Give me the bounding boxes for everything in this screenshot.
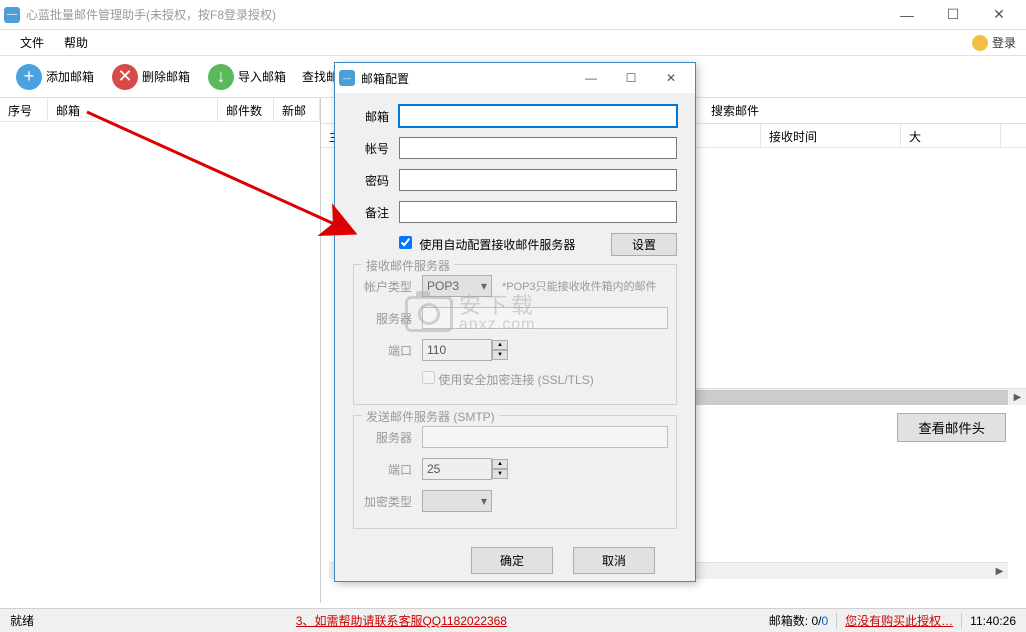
send-port-input xyxy=(422,458,492,480)
auto-config-checkbox-label[interactable]: 使用自动配置接收邮件服务器 xyxy=(399,236,575,253)
recv-server-fieldset: 接收邮件服务器 帐户类型 POP3 *POP3只能接收收件箱内的邮件 服务器 端… xyxy=(353,264,677,405)
window-controls: — ☐ ✕ xyxy=(884,0,1022,30)
mailbox-label: 邮箱 xyxy=(353,108,399,125)
recv-port-input xyxy=(422,339,492,361)
minimize-button[interactable]: — xyxy=(884,0,930,30)
divider xyxy=(836,613,837,629)
auto-config-checkbox[interactable] xyxy=(399,236,412,249)
send-port-label: 端口 xyxy=(362,461,422,478)
dialog-titlebar[interactable]: 邮箱配置 — ☐ ✕ xyxy=(335,63,695,93)
menu-help[interactable]: 帮助 xyxy=(54,30,98,55)
maximize-button[interactable]: ☐ xyxy=(930,0,976,30)
password-label: 密码 xyxy=(353,172,399,189)
ssl-checkbox xyxy=(422,371,435,384)
menu-file[interactable]: 文件 xyxy=(10,30,54,55)
window-title: 心蓝批量邮件管理助手(未授权，按F8登录授权) xyxy=(26,6,884,23)
titlebar: 心蓝批量邮件管理助手(未授权，按F8登录授权) — ☐ ✕ xyxy=(0,0,1026,30)
add-mailbox-label: 添加邮箱 xyxy=(46,68,94,85)
download-icon: ↓ xyxy=(208,64,234,90)
send-port-spinner: ▲▼ xyxy=(492,459,508,479)
send-server-input xyxy=(422,426,668,448)
account-input[interactable] xyxy=(399,137,677,159)
col-count[interactable]: 邮件数 xyxy=(218,98,274,121)
recv-server-label: 服务器 xyxy=(362,310,422,327)
status-time: 11:40:26 xyxy=(970,614,1016,628)
encrypt-label: 加密类型 xyxy=(362,493,422,510)
send-server-legend: 发送邮件服务器 (SMTP) xyxy=(362,408,499,425)
account-label: 帐号 xyxy=(353,140,399,157)
acct-type-label: 帐户类型 xyxy=(362,278,422,295)
col-new[interactable]: 新邮 xyxy=(274,98,320,121)
cancel-button[interactable]: 取消 xyxy=(573,547,655,574)
encrypt-select xyxy=(422,490,492,512)
left-table-header: 序号 邮箱 邮件数 新邮 xyxy=(0,98,320,122)
dialog-title: 邮箱配置 xyxy=(361,70,571,87)
col-mailbox[interactable]: 邮箱 xyxy=(48,98,218,121)
add-mailbox-button[interactable]: + 添加邮箱 xyxy=(8,60,102,94)
import-mailbox-button[interactable]: ↓ 导入邮箱 xyxy=(200,60,294,94)
no-auth-link[interactable]: 您没有购买此授权… xyxy=(845,612,953,629)
status-help-link[interactable]: 3、如需帮助请联系客服QQ1182022368 xyxy=(34,612,769,629)
send-server-fieldset: 发送邮件服务器 (SMTP) 服务器 端口 ▲▼ 加密类型 xyxy=(353,415,677,529)
search-mail-label: 搜索邮件 xyxy=(701,102,769,119)
acct-type-select: POP3 xyxy=(422,275,492,297)
import-mailbox-label: 导入邮箱 xyxy=(238,68,286,85)
x-icon: ✕ xyxy=(112,64,138,90)
dialog-body: 邮箱 帐号 密码 备注 使用自动配置接收邮件服务器 设置 接收邮件服务器 帐户类… xyxy=(335,93,695,586)
dialog-maximize-button[interactable]: ☐ xyxy=(611,64,651,92)
password-input[interactable] xyxy=(399,169,677,191)
recv-port-spinner: ▲▼ xyxy=(492,340,508,360)
status-right: 邮箱数: 0/0 您没有购买此授权… 11:40:26 xyxy=(769,612,1016,629)
mailbox-input[interactable] xyxy=(399,105,677,127)
remark-label: 备注 xyxy=(353,204,399,221)
left-panel: 序号 邮箱 邮件数 新邮 xyxy=(0,98,321,603)
login-link[interactable]: 登录 xyxy=(972,34,1016,51)
delete-mailbox-label: 删除邮箱 xyxy=(142,68,190,85)
remark-input[interactable] xyxy=(399,201,677,223)
ssl-checkbox-label: 使用安全加密连接 (SSL/TLS) xyxy=(422,371,594,388)
close-button[interactable]: ✕ xyxy=(976,0,1022,30)
status-ready: 就绪 xyxy=(10,612,34,629)
recv-server-input xyxy=(422,307,668,329)
col-received[interactable]: 接收时间 xyxy=(761,124,901,147)
scroll-right-icon[interactable]: ▶ xyxy=(991,563,1008,580)
col-seq[interactable]: 序号 xyxy=(0,98,48,121)
dialog-close-button[interactable]: ✕ xyxy=(651,64,691,92)
mailbox-count-label: 邮箱数: 0/0 xyxy=(769,612,828,629)
ok-button[interactable]: 确定 xyxy=(471,547,553,574)
recv-server-legend: 接收邮件服务器 xyxy=(362,257,454,274)
mailbox-config-dialog: 邮箱配置 — ☐ ✕ 邮箱 帐号 密码 备注 使用自动配置接收邮件服务器 设置 … xyxy=(334,62,696,582)
dialog-footer: 确定 取消 xyxy=(353,539,677,574)
settings-button[interactable]: 设置 xyxy=(611,233,677,256)
pop3-hint: *POP3只能接收收件箱内的邮件 xyxy=(502,278,657,294)
col-size[interactable]: 大 xyxy=(901,124,1001,147)
find-mailbox-label: 查找邮 xyxy=(302,68,338,85)
login-label: 登录 xyxy=(992,34,1016,51)
app-icon xyxy=(4,7,20,23)
user-icon xyxy=(972,35,988,51)
plus-icon: + xyxy=(16,64,42,90)
recv-port-label: 端口 xyxy=(362,342,422,359)
divider xyxy=(961,613,962,629)
menubar: 文件 帮助 登录 xyxy=(0,30,1026,56)
view-header-button[interactable]: 查看邮件头 xyxy=(897,413,1006,442)
delete-mailbox-button[interactable]: ✕ 删除邮箱 xyxy=(104,60,198,94)
statusbar: 就绪 3、如需帮助请联系客服QQ1182022368 邮箱数: 0/0 您没有购… xyxy=(0,608,1026,632)
send-server-label: 服务器 xyxy=(362,429,422,446)
dialog-minimize-button[interactable]: — xyxy=(571,64,611,92)
scroll-right-icon[interactable]: ▶ xyxy=(1009,389,1026,406)
dialog-icon xyxy=(339,70,355,86)
